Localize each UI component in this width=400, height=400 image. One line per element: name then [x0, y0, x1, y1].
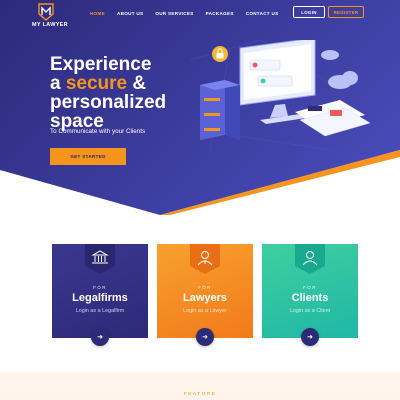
arrow-right-icon[interactable]: ➜: [196, 328, 214, 346]
nav-our-services[interactable]: OUR SERVICES: [155, 11, 193, 16]
top-navigation-bar: MY LAWYER HOME ABOUT US OUR SERVICES PAC…: [0, 0, 400, 32]
client-icon: [295, 244, 325, 274]
hero-section: MY LAWYER HOME ABOUT US OUR SERVICES PAC…: [0, 0, 400, 215]
courthouse-icon: [85, 244, 115, 274]
hero-subtitle: To Communicate with your Clients: [50, 128, 146, 135]
card-for-label: FOR: [198, 285, 212, 290]
nav-packages[interactable]: PACKAGES: [206, 11, 234, 16]
documents-icon: [295, 100, 371, 137]
cloud-icon: [321, 50, 358, 89]
card-lawyers[interactable]: FOR Lawyers Login as a Lawyer ➜: [157, 244, 253, 348]
feature-section: FEATURE: [0, 372, 400, 400]
headline-word: personalized: [50, 92, 167, 113]
headline-accent-word: secure: [65, 73, 128, 94]
hero-illustration: [200, 40, 371, 140]
headline-word: Experience: [50, 54, 152, 75]
nav-contact-us[interactable]: CONTACT US: [246, 11, 279, 16]
card-title: Lawyers: [182, 292, 228, 304]
card-subtitle: Login as a Client: [289, 308, 331, 314]
headline-word: &: [132, 73, 147, 94]
card-for-label: FOR: [303, 285, 317, 290]
arrow-right-icon[interactable]: ➜: [91, 328, 109, 346]
register-button[interactable]: REGISTER: [328, 6, 364, 18]
nav-home[interactable]: HOME: [90, 11, 105, 16]
card-legalfirms[interactable]: FOR Legalfirms Login as a Legalfirm ➜: [52, 244, 148, 348]
headline-word: a: [50, 73, 61, 94]
lock-icon: [212, 46, 228, 62]
brand-name: MY LAWYER: [32, 22, 68, 28]
feature-label: FEATURE: [183, 392, 217, 397]
card-subtitle: Login as a Lawyer: [183, 308, 227, 314]
lawyer-icon: [190, 244, 220, 274]
card-for-label: FOR: [93, 285, 107, 290]
brand-logo[interactable]: MY LAWYER: [32, 3, 68, 28]
login-button[interactable]: LOGIN: [293, 6, 325, 18]
get-started-button[interactable]: GET STARTED: [50, 148, 126, 165]
logo-shield-icon: [38, 3, 54, 21]
card-title: Clients: [291, 292, 329, 304]
nav-about-us[interactable]: ABOUT US: [117, 11, 143, 16]
card-title: Legalfirms: [72, 292, 128, 304]
card-clients[interactable]: FOR Clients Login as a Client ➜: [262, 244, 358, 348]
arrow-right-icon[interactable]: ➜: [301, 328, 319, 346]
card-subtitle: Login as a Legalfirm: [75, 308, 125, 314]
file-cabinet-icon: [200, 80, 240, 140]
main-nav: HOME ABOUT US OUR SERVICES PACKAGES CONT…: [90, 11, 290, 16]
